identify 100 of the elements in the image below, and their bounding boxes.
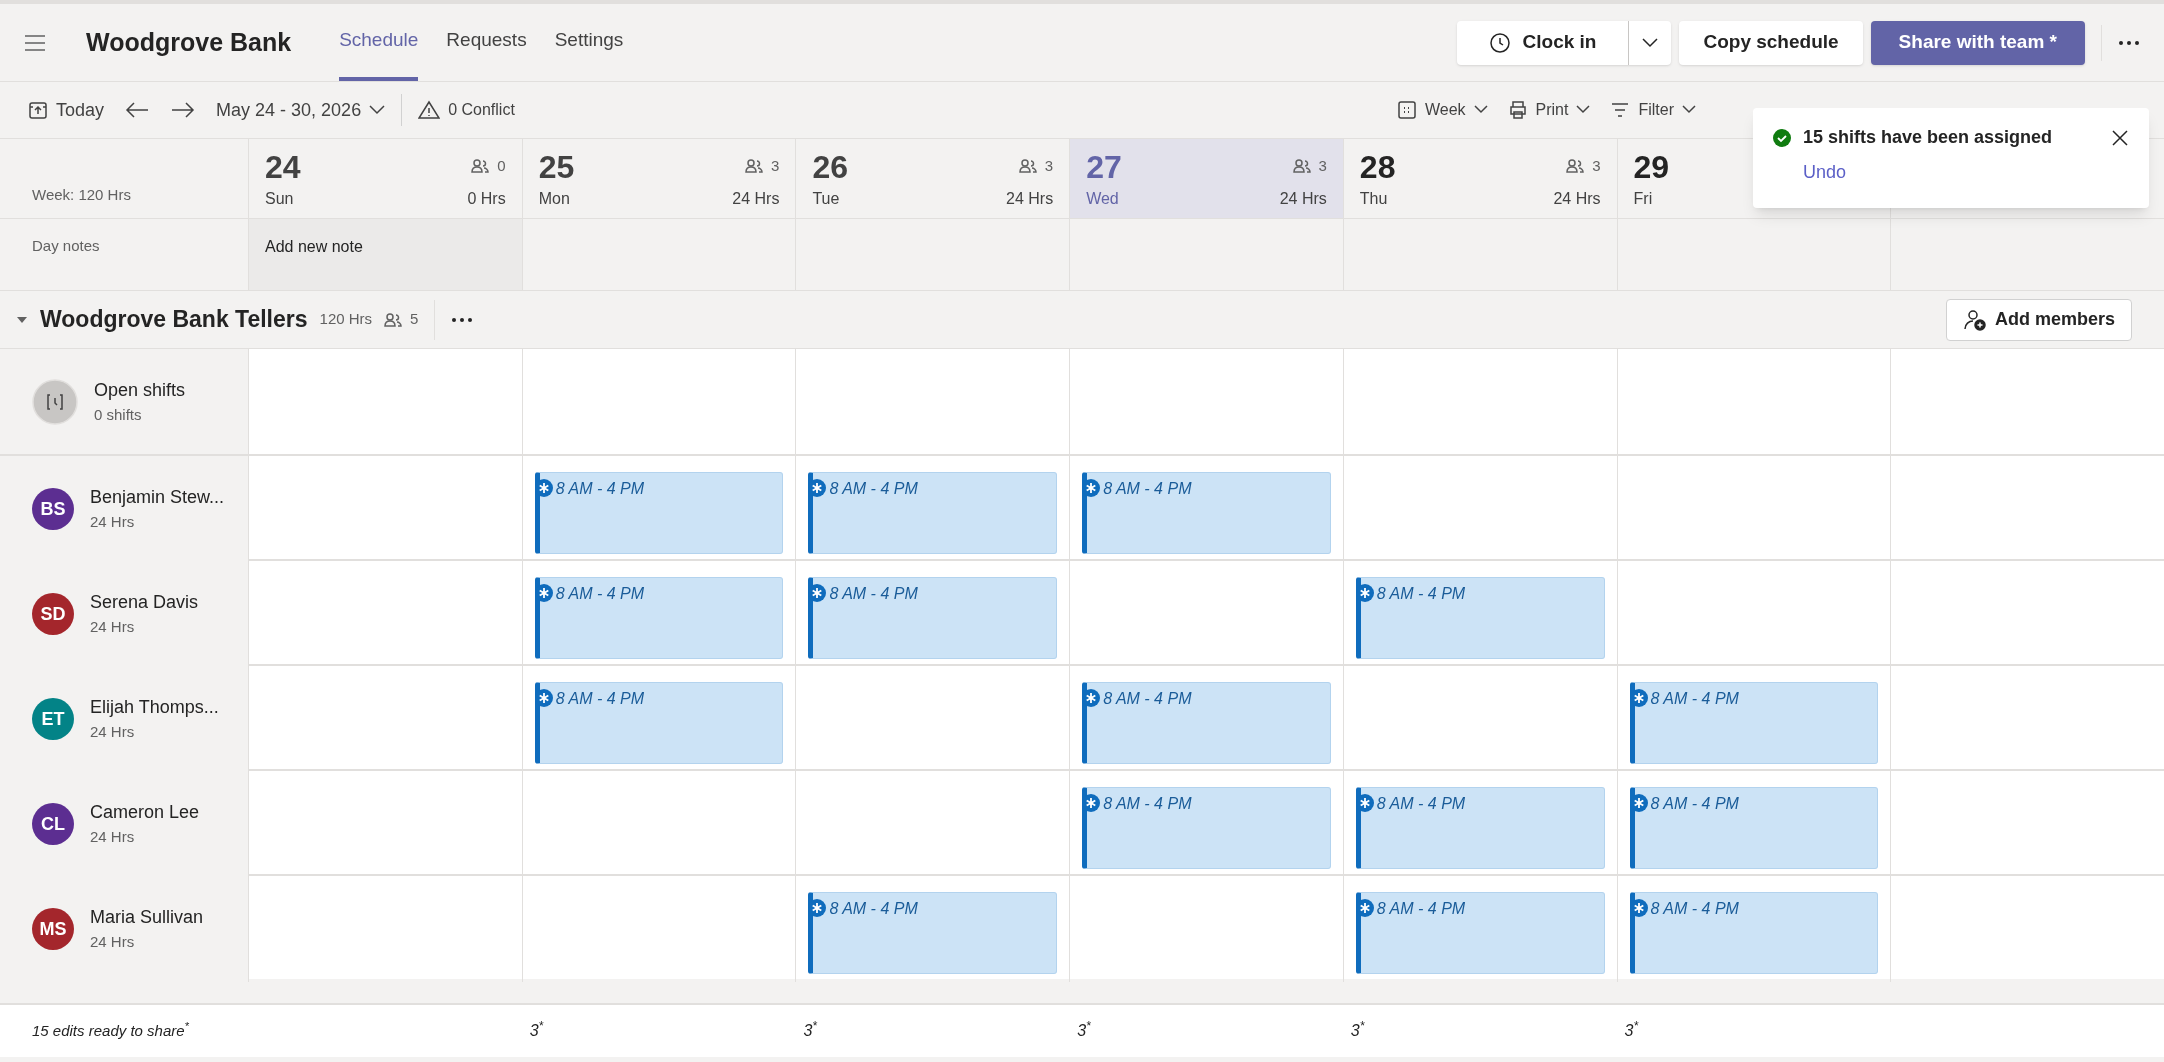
people-icon xyxy=(745,159,764,174)
warning-icon xyxy=(418,100,441,120)
person-name: Cameron Lee xyxy=(90,801,200,825)
day-hours: 24 Hrs xyxy=(1553,189,1601,209)
staff-count: 3 xyxy=(1018,155,1054,178)
today-button[interactable]: Today xyxy=(28,96,105,124)
shift-block[interactable]: 8 AM - 4 PM xyxy=(534,577,784,659)
add-person-icon xyxy=(1962,307,1987,332)
day-number: 29 xyxy=(1633,148,1670,187)
edits-summary: 15 edits ready to share$^{*}$ xyxy=(31,1019,190,1041)
chevron-down-icon xyxy=(1473,105,1488,115)
shift-block[interactable]: 8 AM - 4 PM xyxy=(1629,682,1879,764)
people-icon xyxy=(1018,159,1037,174)
back-arrow-icon[interactable] xyxy=(124,100,151,120)
date-range-picker[interactable]: May 24 - 30, 2026 xyxy=(216,96,386,124)
shift-block[interactable]: 8 AM - 4 PM xyxy=(808,472,1058,554)
person-hours: 24 Hrs xyxy=(90,722,136,743)
avatar: CL xyxy=(32,803,74,845)
clock-icon xyxy=(1488,31,1511,54)
day-hours: 24 Hrs xyxy=(1006,189,1054,209)
shift-block[interactable]: 8 AM - 4 PM xyxy=(1082,787,1331,869)
add-note-button[interactable]: Add new note xyxy=(248,219,522,290)
undo-link[interactable]: Undo xyxy=(1803,159,1847,186)
staff-count: 3 xyxy=(1292,155,1327,178)
edit-count: 3$^{*}$ xyxy=(1623,1019,1640,1041)
staff-count: 3 xyxy=(1566,155,1601,178)
more-icon[interactable] xyxy=(2118,39,2140,46)
tab[interactable]: Schedule xyxy=(339,4,419,81)
day-name: Tue xyxy=(812,189,840,209)
shift-block[interactable]: 8 AM - 4 PM xyxy=(1082,472,1331,554)
open-shifts-title: Open shifts xyxy=(94,378,186,402)
day-name: Sun xyxy=(265,189,294,209)
day-name: Fri xyxy=(1633,189,1653,209)
calendar-grid-icon xyxy=(1396,100,1417,120)
day-number: 27 xyxy=(1086,148,1122,187)
person-hours: 24 Hrs xyxy=(90,617,136,638)
filter-dropdown[interactable]: Filter xyxy=(1610,98,1696,122)
avatar: ET xyxy=(32,698,74,740)
people-icon xyxy=(1566,159,1585,174)
chevron-down-icon xyxy=(1576,105,1591,115)
group-hours: 120 Hrs xyxy=(319,309,373,330)
calendar-icon xyxy=(28,100,48,120)
person-hours: 24 Hrs xyxy=(90,512,136,533)
copy-schedule-button[interactable]: Copy schedule xyxy=(1679,20,1863,65)
person-hours: 24 Hrs xyxy=(90,932,136,953)
shift-block[interactable]: 8 AM - 4 PM xyxy=(1629,787,1879,869)
close-icon[interactable] xyxy=(2111,128,2129,147)
tab[interactable]: Requests xyxy=(446,4,527,81)
tab[interactable]: Settings xyxy=(554,4,624,81)
staff-count: 3 xyxy=(745,155,780,178)
person-name: Serena Davis xyxy=(90,591,199,615)
staff-count: 0 xyxy=(471,155,506,178)
menu-icon[interactable] xyxy=(24,33,46,52)
share-button[interactable]: Share with team * xyxy=(1870,20,2085,65)
day-header[interactable]: 27 3 Wed 24 Hrs xyxy=(1069,139,1343,218)
chevron-down-icon xyxy=(369,105,386,115)
shift-count: 0 shifts xyxy=(94,404,143,425)
day-number: 24 xyxy=(265,148,301,187)
people-icon xyxy=(384,312,403,327)
person-hours: 24 Hrs xyxy=(90,827,136,848)
filter-icon xyxy=(1610,100,1631,120)
success-check-icon xyxy=(1773,128,1791,147)
member-count: 5 xyxy=(384,308,419,331)
day-header[interactable]: 28 3 Thu 24 Hrs xyxy=(1342,139,1617,218)
chevron-down-icon xyxy=(1641,36,1660,49)
day-notes-label: Day notes xyxy=(31,236,101,256)
edit-count: 3$^{*}$ xyxy=(802,1019,818,1041)
shift-block[interactable]: 8 AM - 4 PM xyxy=(1629,892,1879,974)
add-members-button[interactable]: Add members xyxy=(1945,298,2132,341)
people-icon xyxy=(1292,159,1311,174)
person-name: Maria Sullivan xyxy=(90,906,204,930)
forward-arrow-icon[interactable] xyxy=(170,100,197,120)
day-number: 25 xyxy=(538,148,575,187)
group-name: Woodgrove Bank Tellers xyxy=(40,305,308,335)
open-shift-icon xyxy=(32,378,78,425)
week-total: Week: 120 Hrs xyxy=(31,184,132,205)
conflict-button[interactable]: 0 Conflict xyxy=(418,98,515,122)
shift-block[interactable]: 8 AM - 4 PM xyxy=(1082,682,1331,764)
person-name: Elijah Thomps... xyxy=(90,696,219,720)
shift-block[interactable]: 8 AM - 4 PM xyxy=(534,682,784,764)
avatar: MS xyxy=(32,908,74,950)
person-name: Benjamin Stew... xyxy=(90,486,225,510)
avatar: SD xyxy=(32,593,74,635)
day-number: 28 xyxy=(1359,148,1396,187)
day-number: 26 xyxy=(812,148,848,187)
day-hours: 24 Hrs xyxy=(1279,189,1327,209)
day-header[interactable]: 25 3 Mon 24 Hrs xyxy=(521,139,796,218)
view-dropdown[interactable]: Week xyxy=(1396,98,1488,122)
more-icon[interactable] xyxy=(451,316,474,323)
shift-block[interactable]: 8 AM - 4 PM xyxy=(808,892,1058,974)
day-hours: 24 Hrs xyxy=(732,189,780,209)
shift-block[interactable]: 8 AM - 4 PM xyxy=(534,472,784,554)
shift-block[interactable]: 8 AM - 4 PM xyxy=(1355,577,1605,659)
shift-block[interactable]: 8 AM - 4 PM xyxy=(808,577,1058,659)
day-name: Wed xyxy=(1086,189,1119,209)
day-header[interactable]: 24 0 Sun 0 Hrs xyxy=(248,139,522,218)
print-dropdown[interactable]: Print xyxy=(1507,98,1591,122)
edit-count: 3$^{*}$ xyxy=(528,1019,545,1041)
shift-block[interactable]: 8 AM - 4 PM xyxy=(1355,787,1605,869)
shift-block[interactable]: 8 AM - 4 PM xyxy=(1355,892,1605,974)
